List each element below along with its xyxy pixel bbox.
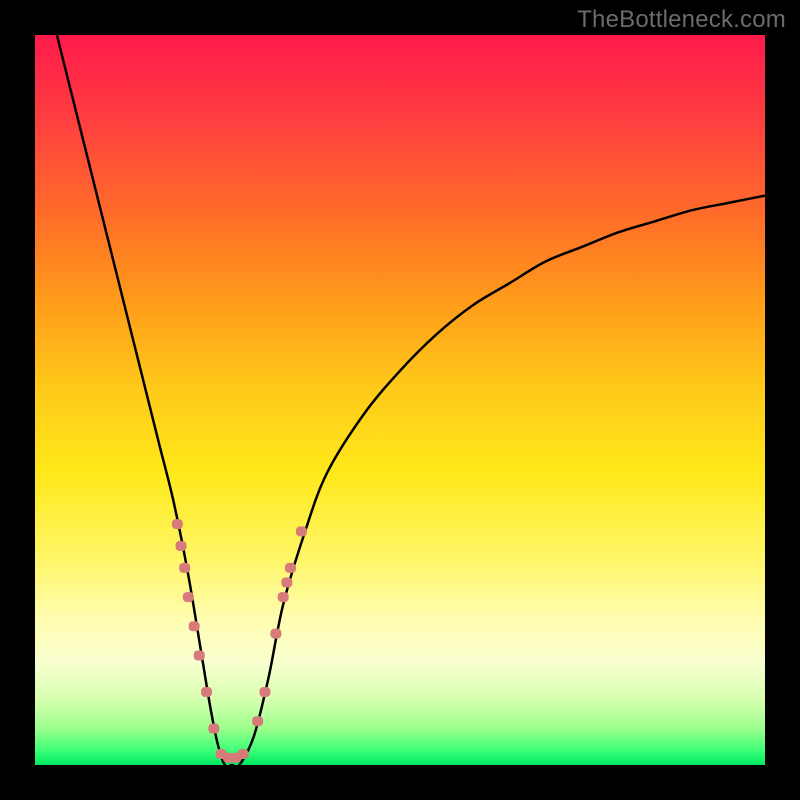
data-marker	[194, 651, 205, 661]
data-marker	[208, 724, 219, 734]
data-marker	[296, 526, 307, 536]
data-marker	[270, 629, 281, 639]
data-marker	[252, 716, 263, 726]
data-marker	[259, 687, 270, 697]
watermark-text: TheBottleneck.com	[577, 6, 786, 34]
data-marker	[179, 563, 190, 573]
data-marker	[281, 578, 292, 588]
data-marker	[172, 519, 183, 529]
data-marker	[201, 687, 212, 697]
data-marker	[278, 592, 289, 602]
data-marker	[176, 541, 187, 551]
data-marker	[238, 749, 249, 759]
data-marker	[183, 592, 194, 602]
plot-area	[35, 35, 765, 765]
bottleneck-curve	[57, 35, 765, 765]
data-marker	[285, 563, 296, 573]
curve-svg	[35, 35, 765, 765]
chart-container: TheBottleneck.com	[0, 0, 800, 800]
data-marker	[189, 621, 200, 631]
data-markers	[172, 519, 307, 763]
